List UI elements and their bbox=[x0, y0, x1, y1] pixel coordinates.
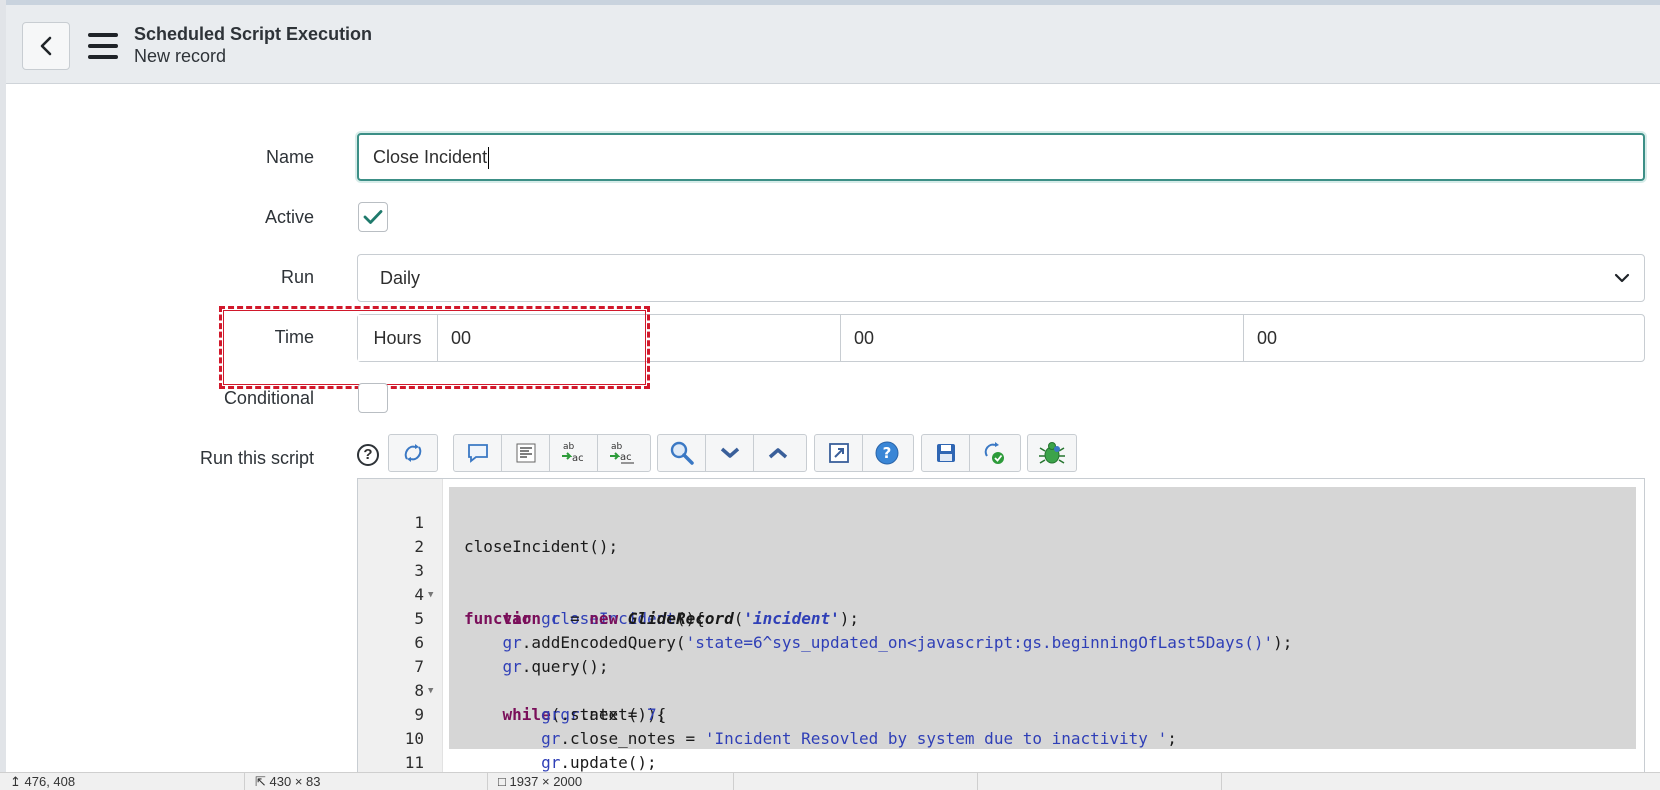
status-bar: ↥ 476, 408 ⇱ 430 × 83 □ 1937 × 2000 bbox=[0, 772, 1660, 790]
svg-text:ac: ac bbox=[620, 452, 632, 463]
search-icon[interactable] bbox=[658, 435, 706, 471]
text-caret bbox=[488, 147, 490, 170]
script-include-icon[interactable] bbox=[389, 435, 437, 471]
form-header: Scheduled Script Execution New record bbox=[6, 5, 1660, 84]
status-segment bbox=[978, 773, 1222, 790]
syntax-check-icon[interactable] bbox=[970, 435, 1018, 471]
toolbar-group-5 bbox=[921, 434, 1021, 472]
page-title: Scheduled Script Execution bbox=[134, 24, 373, 44]
code-line: 6 gr.query(); bbox=[358, 607, 1644, 676]
find-next-icon[interactable] bbox=[706, 435, 754, 471]
image-size: □ 1937 × 2000 bbox=[488, 773, 734, 790]
code-line: 3 ▼ function closeIncident(){ bbox=[358, 535, 1644, 628]
code-line: 11 } bbox=[358, 727, 1644, 788]
run-select[interactable]: Daily bbox=[357, 254, 1645, 302]
script-label: Run this script bbox=[199, 448, 314, 468]
code-line: 8 gr.state = 7; bbox=[358, 655, 1644, 724]
toolbar-group-1 bbox=[388, 434, 438, 472]
toolbar-group-2: ab ac ab ac bbox=[453, 434, 651, 472]
replace-icon[interactable]: ab ac bbox=[550, 435, 598, 471]
svg-text:ab: ab bbox=[611, 442, 623, 452]
find-previous-icon[interactable] bbox=[754, 435, 802, 471]
status-segment bbox=[734, 773, 978, 790]
toggle-comment-icon[interactable] bbox=[454, 435, 502, 471]
image-size-value: 1937 × 2000 bbox=[509, 774, 583, 789]
svg-text:ab: ab bbox=[563, 442, 575, 452]
help-icon[interactable]: ? bbox=[357, 444, 379, 466]
format-code-icon[interactable] bbox=[502, 435, 550, 471]
active-checkbox[interactable] bbox=[358, 202, 388, 232]
code-line: 9 gr.close_notes = 'Incident Resovled by… bbox=[358, 679, 1644, 748]
selection-size-value: 430 × 83 bbox=[269, 774, 321, 789]
script-editor[interactable]: 1 closeIncident(); 2 3 ▼ function closeI… bbox=[357, 478, 1645, 789]
selection-highlight-box bbox=[219, 306, 650, 389]
toolbar-group-3 bbox=[657, 434, 807, 472]
checkmark-icon bbox=[363, 210, 383, 224]
cursor-position: ↥ 476, 408 bbox=[0, 773, 245, 790]
time-seconds-input[interactable]: 00 bbox=[1243, 315, 1644, 361]
conditional-checkbox[interactable] bbox=[358, 383, 388, 413]
time-minutes-input[interactable]: 00 bbox=[840, 315, 1243, 361]
run-label: Run bbox=[280, 267, 314, 287]
code-line: 4 var gr = new GlideRecord('incident'); bbox=[358, 559, 1644, 628]
conditional-label: Conditional bbox=[223, 388, 314, 408]
window-left-edge bbox=[0, 0, 6, 789]
selection-size: ⇱ 430 × 83 bbox=[245, 773, 488, 790]
replace-all-icon[interactable]: ab ac bbox=[598, 435, 646, 471]
code-line: 2 bbox=[358, 511, 1644, 556]
back-button[interactable] bbox=[22, 22, 70, 70]
cursor-position-value: 476, 408 bbox=[24, 774, 76, 789]
page-subtitle: New record bbox=[134, 46, 227, 66]
script-debugger-icon[interactable] bbox=[1028, 435, 1076, 471]
editor-help-icon[interactable]: ? bbox=[863, 435, 911, 471]
code-line: 7 ▼ while(gr.next()){ bbox=[358, 631, 1644, 724]
svg-text:?: ? bbox=[883, 444, 892, 462]
svg-text:ac: ac bbox=[572, 453, 584, 464]
name-label: Name bbox=[265, 147, 314, 167]
run-value: Daily bbox=[380, 268, 421, 288]
name-input[interactable]: Close Incident bbox=[357, 133, 1645, 181]
chevron-down-icon bbox=[1614, 273, 1630, 283]
toolbar-group-6 bbox=[1027, 434, 1077, 472]
active-label: Active bbox=[264, 207, 314, 227]
toolbar-group-4: ? bbox=[814, 434, 914, 472]
save-icon[interactable] bbox=[922, 435, 970, 471]
chevron-left-icon bbox=[40, 36, 52, 56]
fullscreen-icon[interactable] bbox=[815, 435, 863, 471]
hamburger-menu-icon[interactable] bbox=[88, 33, 118, 59]
name-value: Close Incident bbox=[373, 147, 488, 167]
code-line: 1 closeIncident(); bbox=[358, 487, 1644, 556]
code-line: 10 gr.update(); bbox=[358, 703, 1644, 772]
code-line: 5 gr.addEncodedQuery('state=6^sys_update… bbox=[358, 583, 1644, 652]
